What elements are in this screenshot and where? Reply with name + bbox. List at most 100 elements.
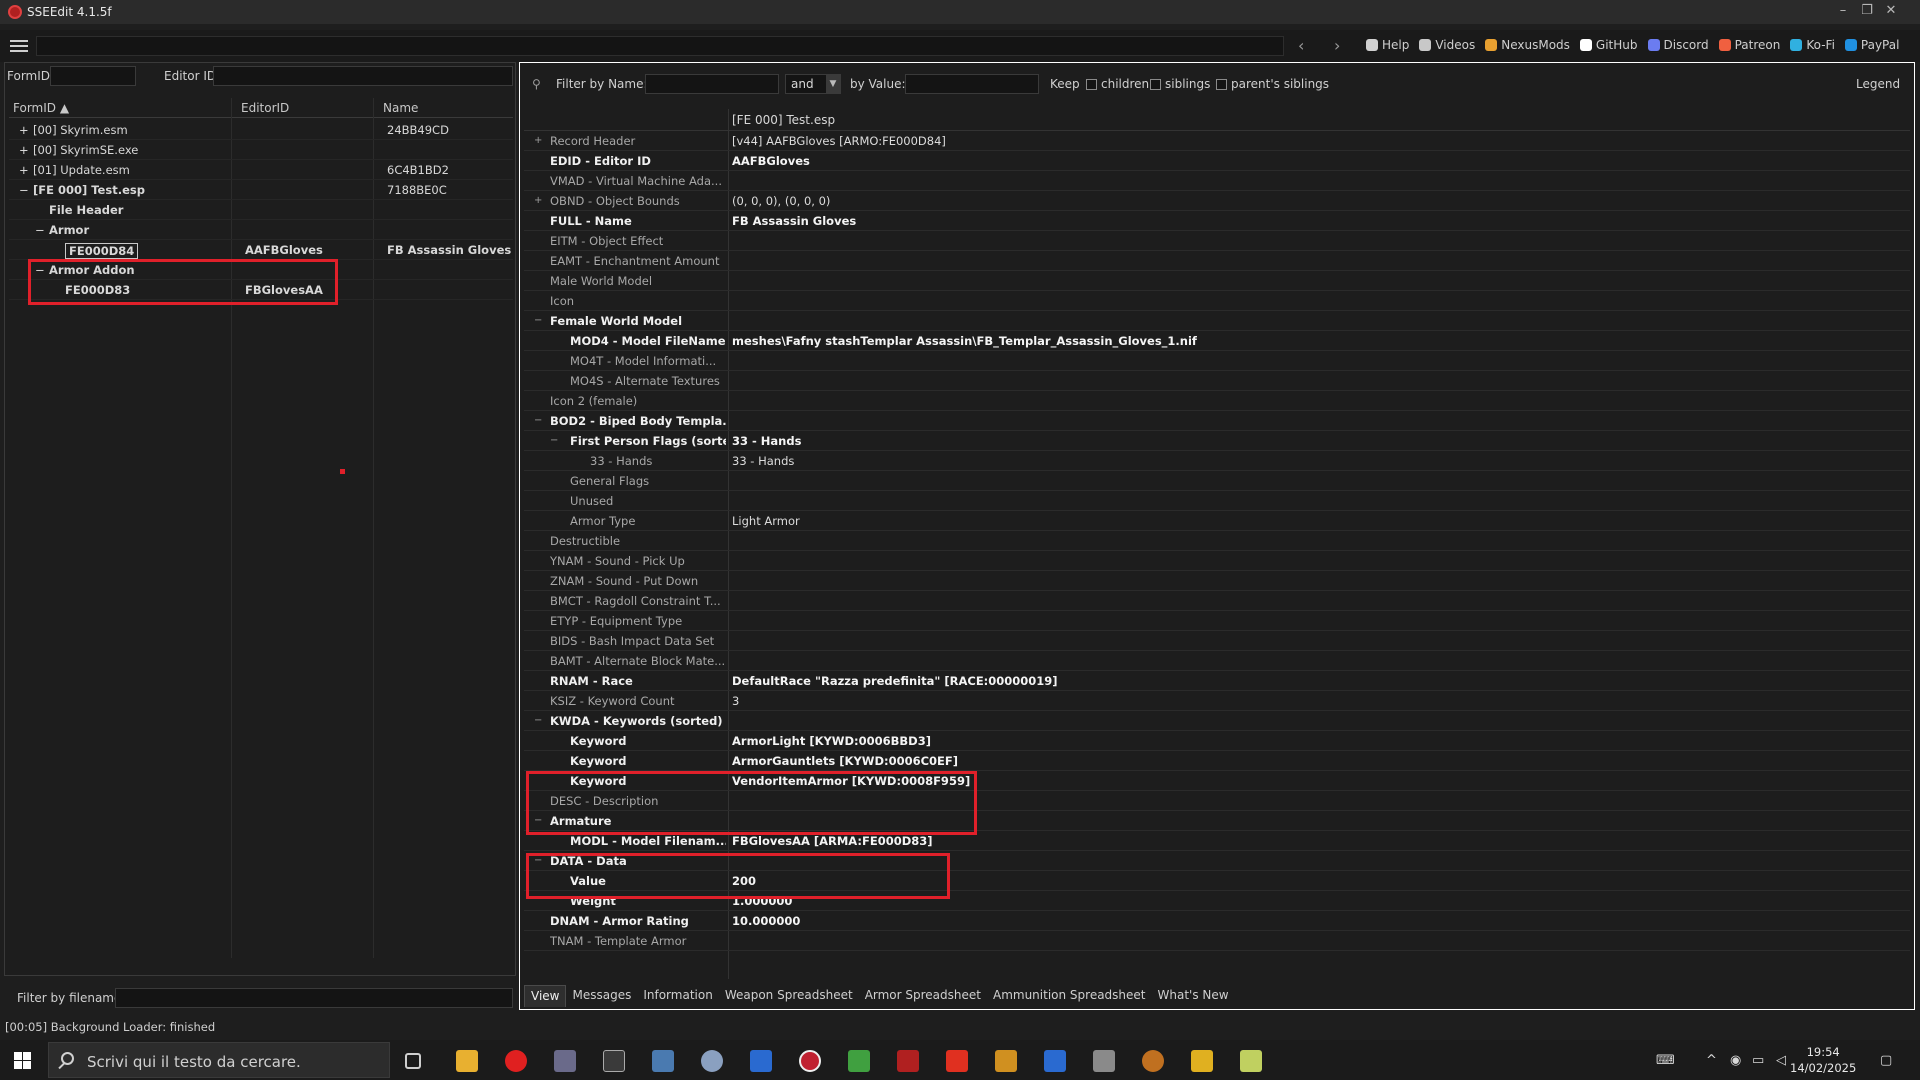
formid-column-header[interactable]: FormID ▲ bbox=[13, 101, 69, 115]
legend-button[interactable]: Legend bbox=[1856, 77, 1900, 91]
expand-icon[interactable]: + bbox=[19, 163, 29, 177]
record-row[interactable]: − KWDA - Keywords (sorted) bbox=[524, 711, 1910, 731]
record-row[interactable]: − First Person Flags (sorted) 33 - Hands bbox=[524, 431, 1910, 451]
app-icon-13[interactable] bbox=[1044, 1050, 1066, 1072]
name-column-header[interactable]: Name bbox=[383, 101, 418, 115]
toplink-nexusmods[interactable]: NexusMods bbox=[1485, 38, 1570, 52]
app-icon-16[interactable] bbox=[1191, 1050, 1213, 1072]
children-checkbox[interactable] bbox=[1086, 79, 1097, 90]
minimize-button[interactable]: – bbox=[1832, 2, 1854, 20]
toplink-paypal[interactable]: PayPal bbox=[1844, 38, 1899, 52]
sseedit-taskbar-icon[interactable] bbox=[799, 1050, 821, 1072]
file-explorer-icon[interactable] bbox=[456, 1050, 478, 1072]
collapse-icon[interactable]: − bbox=[19, 183, 29, 197]
by-value-input[interactable] bbox=[905, 74, 1039, 94]
collapse-icon[interactable]: − bbox=[534, 315, 542, 326]
opera-browser-icon[interactable] bbox=[505, 1050, 527, 1072]
tab-ammunition-spreadsheet[interactable]: Ammunition Spreadsheet bbox=[987, 985, 1152, 1007]
tree-row[interactable]: + [00] Skyrim.esm 24BB49CD bbox=[9, 120, 513, 140]
file-column-header[interactable]: [FE 000] Test.esp bbox=[732, 113, 835, 127]
record-row[interactable]: EITM - Object Effect bbox=[524, 231, 1910, 251]
back-arrow-icon[interactable]: ‹ bbox=[1298, 36, 1304, 55]
record-row[interactable]: MO4T - Model Informati... bbox=[524, 351, 1910, 371]
record-row[interactable]: − Female World Model bbox=[524, 311, 1910, 331]
expand-icon[interactable]: + bbox=[19, 123, 29, 137]
record-row[interactable]: General Flags bbox=[524, 471, 1910, 491]
chevron-up-icon[interactable]: ^ bbox=[1706, 1053, 1717, 1068]
record-row[interactable]: DNAM - Armor Rating 10.000000 bbox=[524, 911, 1910, 931]
app-icon-7[interactable] bbox=[750, 1050, 772, 1072]
windows-start-icon[interactable] bbox=[14, 1052, 31, 1069]
keyboard-icon[interactable]: ⌨ bbox=[1656, 1053, 1675, 1068]
record-row[interactable]: Male World Model bbox=[524, 271, 1910, 291]
tree-row[interactable]: + [00] SkyrimSE.exe bbox=[9, 140, 513, 160]
app-icon-14[interactable] bbox=[1093, 1050, 1115, 1072]
record-row[interactable]: MO4S - Alternate Textures bbox=[524, 371, 1910, 391]
collapse-icon[interactable]: − bbox=[534, 415, 542, 426]
editor-id-input[interactable] bbox=[213, 66, 513, 86]
app-icon-11[interactable] bbox=[946, 1050, 968, 1072]
record-row[interactable]: + Record Header [v44] AAFBGloves [ARMO:FE0… bbox=[524, 131, 1910, 151]
record-row[interactable]: ZNAM - Sound - Put Down bbox=[524, 571, 1910, 591]
record-row[interactable]: Destructible bbox=[524, 531, 1910, 551]
record-row[interactable]: KSIZ - Keyword Count 3 bbox=[524, 691, 1910, 711]
record-row[interactable]: RNAM - Race DefaultRace "Razza predefinit… bbox=[524, 671, 1910, 691]
tree-row[interactable]: FE000D84 AAFBGloves FB Assassin Gloves bbox=[9, 240, 513, 260]
tab-weapon-spreadsheet[interactable]: Weapon Spreadsheet bbox=[719, 985, 859, 1007]
and-or-select[interactable]: and ▼ bbox=[785, 74, 841, 94]
app-icon-15[interactable] bbox=[1142, 1050, 1164, 1072]
record-row[interactable]: Keyword ArmorGauntlets [KYWD:0006C0EF] bbox=[524, 751, 1910, 771]
app-icon-9[interactable] bbox=[848, 1050, 870, 1072]
toplink-videos[interactable]: Videos bbox=[1419, 38, 1475, 52]
collapse-icon[interactable]: − bbox=[35, 223, 45, 237]
record-row[interactable]: + OBND - Object Bounds (0, 0, 0), (0, 0, 0… bbox=[524, 191, 1910, 211]
app-icon-6[interactable] bbox=[701, 1050, 723, 1072]
editorid-column-header[interactable]: EditorID bbox=[241, 101, 289, 115]
record-row[interactable]: − BOD2 - Biped Body Templa... bbox=[524, 411, 1910, 431]
record-row[interactable]: Keyword ArmorLight [KYWD:0006BBD3] bbox=[524, 731, 1910, 751]
collapse-icon[interactable]: − bbox=[550, 435, 558, 446]
record-row[interactable]: EAMT - Enchantment Amount bbox=[524, 251, 1910, 271]
filter-filename-input[interactable] bbox=[115, 988, 513, 1008]
toplink-github[interactable]: GitHub bbox=[1579, 38, 1638, 52]
record-row[interactable]: Unused bbox=[524, 491, 1910, 511]
record-row[interactable]: Armor Type Light Armor bbox=[524, 511, 1910, 531]
notifications-icon[interactable]: ▢ bbox=[1880, 1053, 1892, 1068]
record-row[interactable]: BMCT - Ragdoll Constraint T... bbox=[524, 591, 1910, 611]
tree-row[interactable]: − Armor bbox=[9, 220, 513, 240]
record-row[interactable]: Icon bbox=[524, 291, 1910, 311]
taskbar-clock[interactable]: 19:54 14/02/2025 bbox=[1790, 1044, 1856, 1076]
pin-icon[interactable]: ⚲ bbox=[532, 77, 541, 91]
app-icon-12[interactable] bbox=[995, 1050, 1017, 1072]
record-row[interactable]: YNAM - Sound - Pick Up bbox=[524, 551, 1910, 571]
tab-armor-spreadsheet[interactable]: Armor Spreadsheet bbox=[859, 985, 987, 1007]
filter-by-name-input[interactable] bbox=[645, 74, 779, 94]
record-row[interactable]: VMAD - Virtual Machine Ada... bbox=[524, 171, 1910, 191]
record-row[interactable]: EDID - Editor ID AAFBGloves bbox=[524, 151, 1910, 171]
forward-arrow-icon[interactable]: › bbox=[1334, 36, 1340, 55]
tree-row[interactable]: File Header bbox=[9, 200, 513, 220]
siblings-checkbox[interactable] bbox=[1150, 79, 1161, 90]
tab-view[interactable]: View bbox=[524, 985, 567, 1007]
expand-icon[interactable]: + bbox=[534, 135, 542, 146]
record-row[interactable]: MOD4 - Model FileName meshes\Fafny stashT… bbox=[524, 331, 1910, 351]
formid-input[interactable] bbox=[50, 66, 136, 86]
network-icon[interactable]: ▭ bbox=[1752, 1053, 1764, 1068]
toplink-help[interactable]: Help bbox=[1366, 38, 1409, 52]
app-icon-3[interactable] bbox=[554, 1050, 576, 1072]
toplink-patreon[interactable]: Patreon bbox=[1718, 38, 1780, 52]
hamburger-menu-icon[interactable] bbox=[10, 40, 28, 52]
collapse-icon[interactable]: − bbox=[534, 715, 542, 726]
toplink-ko-fi[interactable]: Ko-Fi bbox=[1790, 38, 1835, 52]
close-button[interactable]: ✕ bbox=[1880, 2, 1902, 20]
record-row[interactable]: ETYP - Equipment Type bbox=[524, 611, 1910, 631]
record-row[interactable]: Icon 2 (female) bbox=[524, 391, 1910, 411]
record-row[interactable]: TNAM - Template Armor bbox=[524, 931, 1910, 951]
expand-icon[interactable]: + bbox=[19, 143, 29, 157]
tree-row[interactable]: − [FE 000] Test.esp 7188BE0C bbox=[9, 180, 513, 200]
task-view-icon[interactable] bbox=[405, 1053, 421, 1069]
restore-button[interactable]: ❐ bbox=[1856, 2, 1878, 20]
app-icon-5[interactable] bbox=[652, 1050, 674, 1072]
app-icon-17[interactable] bbox=[1240, 1050, 1262, 1072]
tab-what-s-new[interactable]: What's New bbox=[1152, 985, 1235, 1007]
